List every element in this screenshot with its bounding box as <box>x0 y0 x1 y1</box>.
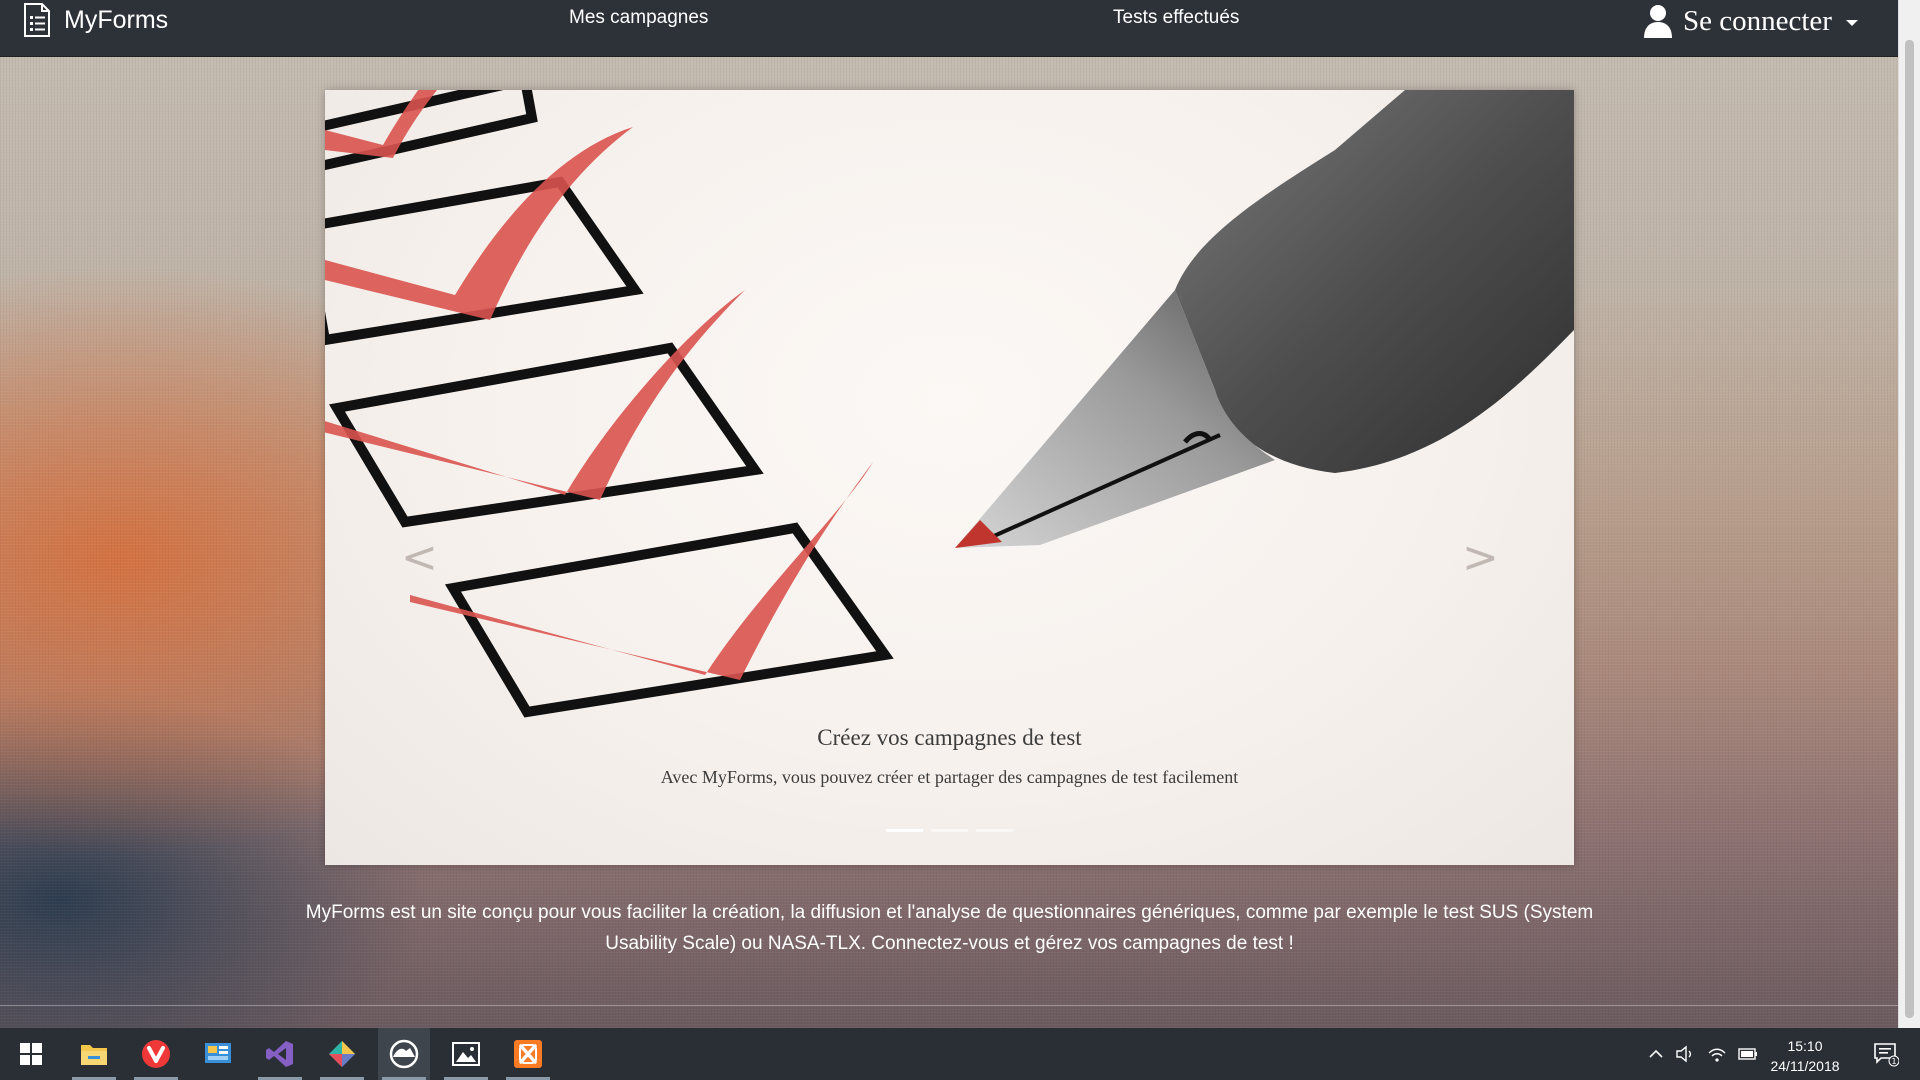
caret-down-icon <box>1845 20 1858 26</box>
navbar: MyForms Mes campagnes Tests effectués Se… <box>0 0 1898 57</box>
wifi-icon[interactable] <box>1704 1028 1730 1080</box>
nav-link-tests[interactable]: Tests effectués <box>1113 7 1239 29</box>
nav-link-campaigns[interactable]: Mes campagnes <box>569 7 708 29</box>
carousel-indicators <box>886 829 1013 832</box>
carousel-indicator-3[interactable] <box>976 829 1013 832</box>
page-scrollbar[interactable] <box>1898 0 1920 1028</box>
photos-icon[interactable] <box>440 1028 492 1080</box>
gitkraken-icon[interactable] <box>316 1028 368 1080</box>
carousel-indicator-1[interactable] <box>886 829 923 832</box>
notification-center-icon[interactable]: 1 <box>1866 1028 1906 1080</box>
carousel-text: Avec MyForms, vous pouvez créer et parta… <box>660 767 1239 787</box>
footer-divider <box>0 1005 1898 1006</box>
clock-time: 15:10 <box>1787 1038 1823 1054</box>
carousel: < > Créez vos campagnes de test Avec MyF… <box>325 90 1574 865</box>
control-panel-icon[interactable] <box>192 1028 244 1080</box>
visual-studio-icon[interactable] <box>254 1028 306 1080</box>
carousel-caption: Créez vos campagnes de test Avec MyForms… <box>325 725 1574 788</box>
xampp-icon[interactable] <box>502 1028 554 1080</box>
file-explorer-icon[interactable] <box>68 1028 120 1080</box>
brand[interactable]: MyForms <box>22 2 168 38</box>
carousel-indicator-2[interactable] <box>931 829 968 832</box>
taskbar-clock[interactable]: 15:10 24/11/2018 <box>1760 1036 1850 1076</box>
vivaldi-icon[interactable] <box>130 1028 182 1080</box>
carousel-prev-button[interactable]: < <box>401 536 438 580</box>
user-icon <box>1644 5 1672 38</box>
carousel-next-button[interactable]: > <box>1462 536 1499 580</box>
carousel-title: Créez vos campagnes de test <box>817 725 1082 750</box>
scrollbar-thumb[interactable] <box>1905 40 1914 1018</box>
brand-name: MyForms <box>64 5 169 34</box>
login-label: Se connecter <box>1683 4 1832 37</box>
page-background: MyForms Mes campagnes Tests effectués Se… <box>0 0 1898 1028</box>
clock-date: 24/11/2018 <box>1770 1058 1840 1074</box>
site-description: MyForms est un site conçu pour vous faci… <box>305 902 1594 954</box>
volume-icon[interactable] <box>1672 1028 1698 1080</box>
taskbar: 15:10 24/11/2018 1 <box>0 1028 1920 1080</box>
tray-chevron-up-icon[interactable] <box>1644 1028 1668 1080</box>
login-dropdown[interactable]: Se connecter <box>1643 0 1858 42</box>
windows-start-icon[interactable] <box>5 1028 57 1080</box>
battery-icon[interactable] <box>1736 1028 1760 1080</box>
document-icon <box>24 3 50 37</box>
eclipse-icon[interactable] <box>378 1028 430 1080</box>
notification-count: 1 <box>1891 1057 1896 1066</box>
